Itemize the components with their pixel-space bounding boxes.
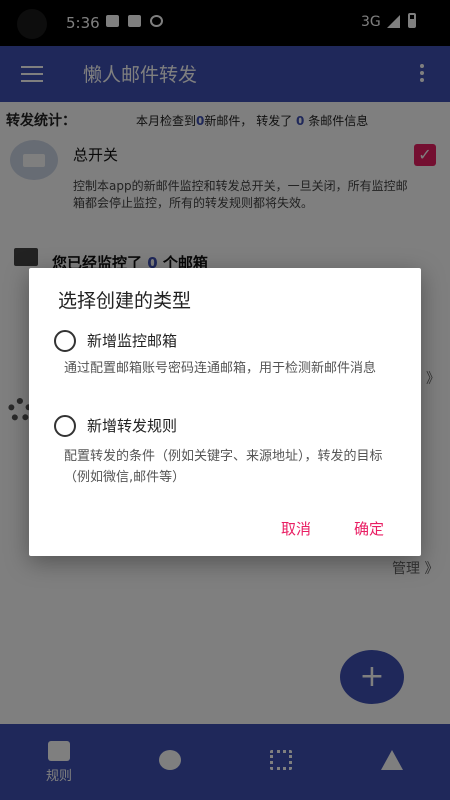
confirm-button[interactable]: 确定 (354, 518, 384, 539)
option-new-mailbox-label[interactable]: 新增监控邮箱 (87, 330, 177, 351)
create-type-dialog: 选择创建的类型 新增监控邮箱 通过配置邮箱账号密码连通邮箱，用于检测新邮件消息 … (29, 268, 421, 556)
cancel-button[interactable]: 取消 (281, 518, 311, 539)
radio-new-rule[interactable] (54, 415, 76, 437)
dialog-title: 选择创建的类型 (58, 290, 192, 312)
option-new-rule-label[interactable]: 新增转发规则 (87, 415, 177, 436)
option-new-mailbox-desc: 通过配置邮箱账号密码连通邮箱，用于检测新邮件消息 (64, 361, 377, 376)
option-new-rule-desc: 配置转发的条件（例如关键字、来源地址），转发的目标（例如微信,邮件等） (64, 449, 383, 485)
radio-new-mailbox[interactable] (54, 330, 76, 352)
